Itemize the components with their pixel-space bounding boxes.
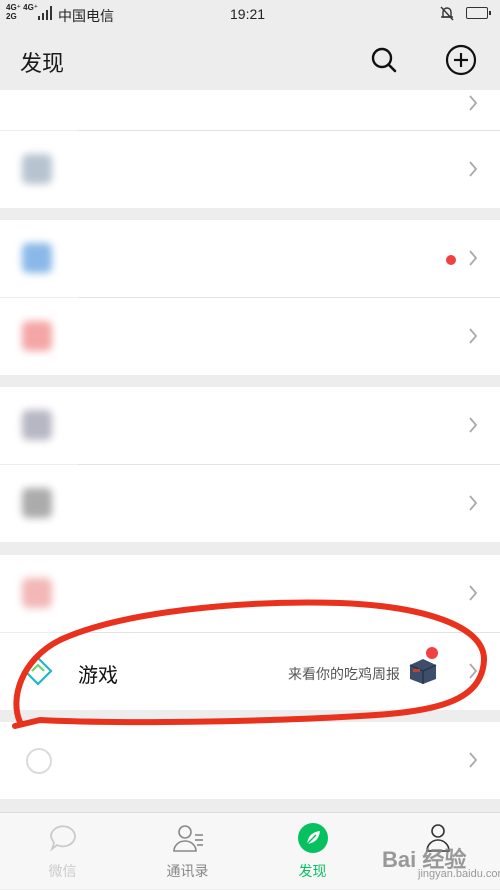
search-icon[interactable] (368, 44, 400, 76)
battery-icon (466, 7, 491, 19)
tab-label: 微信 (48, 863, 77, 879)
page-title: 发现 (20, 51, 65, 76)
unread-dot (446, 255, 456, 265)
clock: 19:21 (230, 6, 266, 22)
list-item-4[interactable] (0, 298, 500, 375)
network-indicator: 4G⁺ 4G⁺ 2G (6, 3, 39, 21)
chevron-right-icon (469, 328, 478, 344)
list-item-2[interactable] (0, 131, 500, 208)
chat-icon (50, 825, 76, 852)
list-item-6[interactable] (0, 465, 500, 542)
list-item-7[interactable] (0, 555, 500, 632)
chevron-right-icon (469, 752, 478, 768)
chevron-right-icon (469, 495, 478, 511)
list-item-moments-partial[interactable] (0, 90, 500, 130)
mute-bell-icon (440, 6, 454, 21)
chevron-right-icon (469, 585, 478, 601)
games-subtitle: 来看你的吃鸡周报 (288, 666, 400, 682)
chevron-right-icon (469, 95, 478, 111)
blurred-icon (22, 321, 52, 351)
blurred-icon (26, 748, 52, 774)
compass-icon (298, 823, 328, 853)
list-item-3[interactable] (0, 220, 500, 297)
signal-icon (38, 6, 52, 20)
add-plus-icon[interactable] (444, 43, 478, 77)
tab-label: 通讯录 (166, 863, 209, 879)
unread-dot (426, 647, 438, 659)
list-item-games[interactable]: 游戏 来看你的吃鸡周报 (0, 633, 500, 710)
chevron-right-icon (469, 250, 478, 266)
game-diamond-icon (23, 656, 53, 686)
blurred-icon (22, 578, 52, 608)
list-item-9[interactable] (0, 722, 500, 799)
blurred-icon (22, 410, 52, 440)
blurred-icon (22, 488, 52, 518)
contacts-icon (173, 825, 203, 852)
chevron-right-icon (469, 417, 478, 433)
games-label: 游戏 (78, 665, 118, 687)
nav-bar: 发现 (0, 30, 500, 90)
carrier-label: 中国电信 (58, 8, 114, 24)
blurred-icon (22, 154, 52, 184)
tab-chats[interactable]: 微信 (0, 813, 125, 890)
tab-discover[interactable]: 发现 (250, 813, 375, 890)
tab-label: 发现 (298, 863, 327, 879)
baidu-watermark-url: jingyan.baidu.com (418, 868, 500, 880)
status-bar: 4G⁺ 4G⁺ 2G 中国电信 19:21 (0, 0, 500, 30)
blurred-icon (22, 243, 52, 273)
tab-contacts[interactable]: 通讯录 (125, 813, 250, 890)
chevron-right-icon (469, 663, 478, 679)
list-item-5[interactable] (0, 387, 500, 464)
chevron-right-icon (469, 161, 478, 177)
